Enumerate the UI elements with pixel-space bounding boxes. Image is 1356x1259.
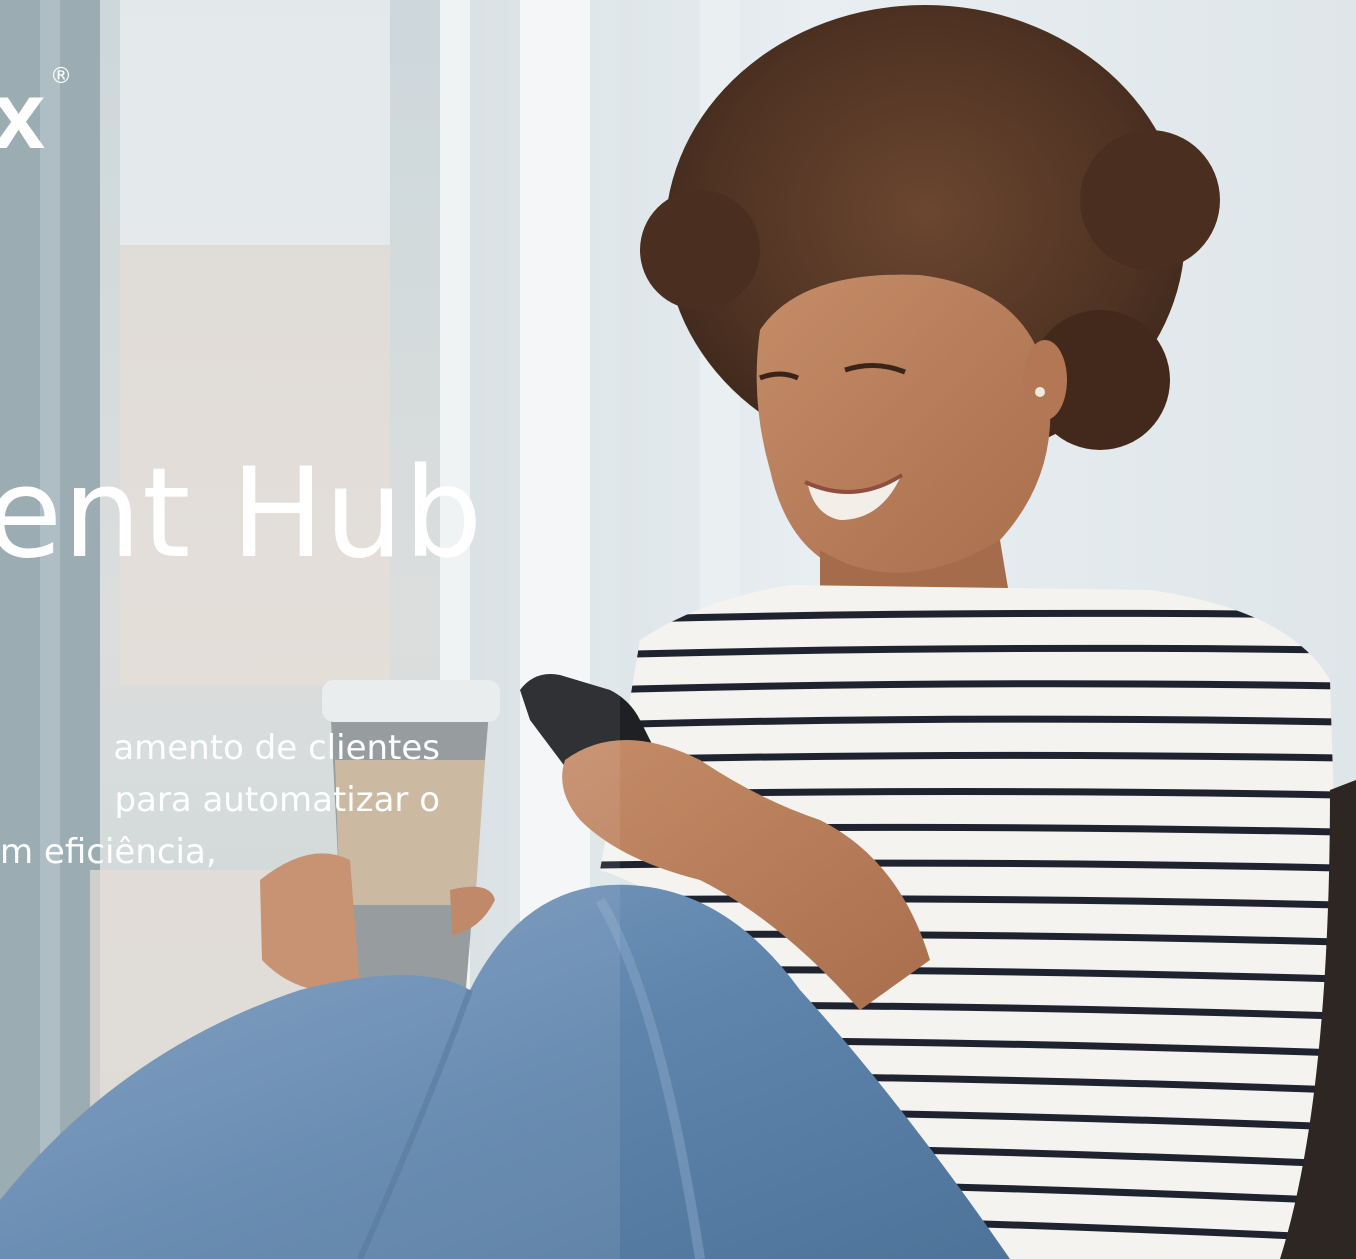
hero-description-line: m eficiência,	[0, 832, 217, 872]
hero-description-line: amento de clientes	[113, 728, 440, 768]
brand-logo[interactable]: x	[0, 68, 45, 164]
brand-logo-mark: x	[0, 62, 45, 169]
woman-with-phone-photo	[0, 0, 1356, 1259]
registered-trademark: ®	[50, 64, 72, 89]
hero-banner: x ® ent Hub amento de clientes para auto…	[0, 0, 1356, 1259]
hero-description-line: para automatizar o	[114, 780, 440, 820]
hero-description: amento de clientes para automatizar o m …	[0, 722, 440, 878]
hero-headline: ent Hub	[0, 442, 483, 586]
